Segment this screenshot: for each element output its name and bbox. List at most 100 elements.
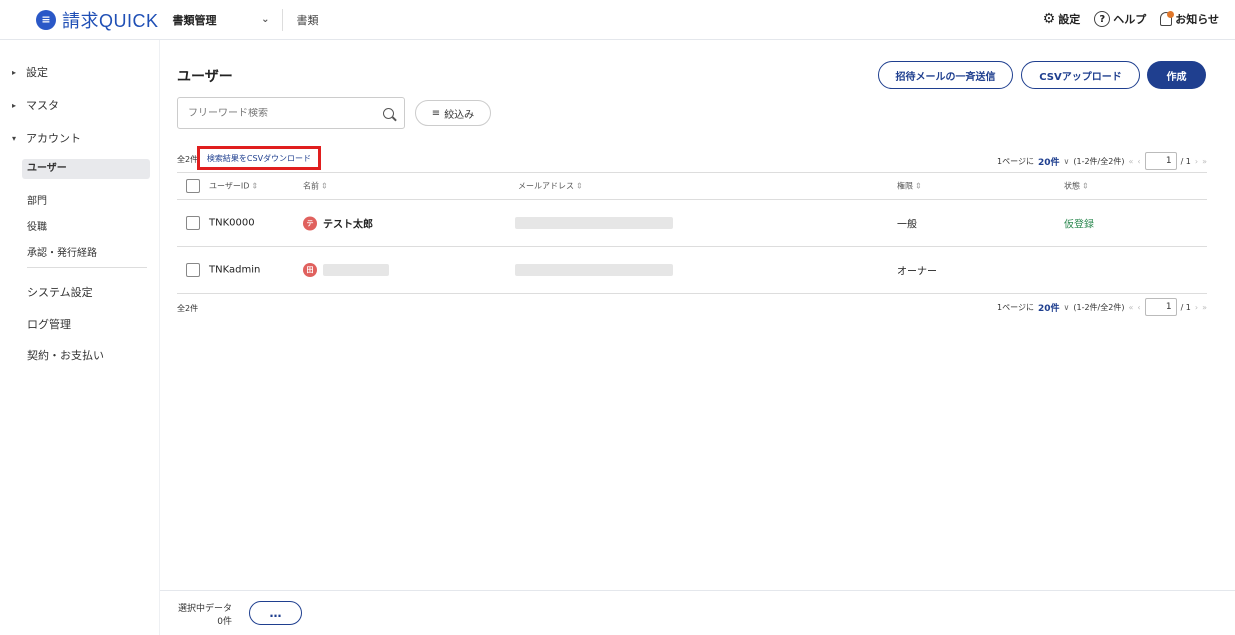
pager-bottom: 1ページに 20件 ∨ (1-2件/全2件) « ‹ 1 / 1 › » <box>997 298 1207 316</box>
first-page-icon[interactable]: « <box>1128 303 1133 312</box>
help-link[interactable]: ? ヘルプ <box>1094 11 1146 27</box>
prev-page-icon[interactable]: ‹ <box>1137 303 1140 312</box>
per-page-label: 1ページに <box>997 156 1034 166</box>
total-count: 全2件 <box>177 155 199 164</box>
caret-down-icon: ▾ <box>12 133 17 143</box>
settings-link[interactable]: ⚙ 設定 <box>1043 11 1081 27</box>
total-count-bottom: 全2件 <box>177 304 199 313</box>
selected-data: 選択中データ 0件 <box>178 603 232 629</box>
avatar: テ <box>303 216 317 230</box>
status-badge: 仮登録 <box>1064 219 1094 231</box>
name-redacted <box>323 264 389 276</box>
user-name: テ テスト太郎 <box>303 216 373 231</box>
sidebar-item-master[interactable]: ▸ マスタ <box>12 97 59 113</box>
sidebar-item-label: マスタ <box>26 99 59 112</box>
page-total: / 1 <box>1180 302 1191 312</box>
selected-label: 選択中データ <box>178 604 233 614</box>
product-select[interactable]: 書類管理 ⌄ <box>172 8 283 31</box>
user-role: オーナー <box>897 266 937 278</box>
sidebar-divider <box>27 267 147 268</box>
chevron-down-icon: ∨ <box>1063 302 1070 312</box>
search-icon[interactable] <box>383 107 394 119</box>
product-label: 書類管理 <box>172 13 217 27</box>
top-header: ≡ 請求QUICK 書類管理 ⌄ 書類 ⚙ 設定 ? ヘルプ お知らせ <box>0 0 1235 40</box>
sidebar-item-label: アカウント <box>26 132 81 145</box>
help-label: ヘルプ <box>1113 13 1147 26</box>
search-box <box>177 97 405 129</box>
invite-mail-button[interactable]: 招待メールの一斉送信 <box>878 61 1013 89</box>
filter-button[interactable]: ≡ 絞込み <box>415 100 491 126</box>
sort-icon: ⇕ <box>915 181 922 191</box>
table-header: ユーザーID ⇕ 名前 ⇕ メールアドレス ⇕ 権限 ⇕ 状態 ⇕ <box>177 172 1207 200</box>
user-name: 田 <box>303 263 389 277</box>
page-total: / 1 <box>1180 156 1191 166</box>
sidebar-item-positions[interactable]: 役職 <box>27 218 47 233</box>
user-name-text: テスト太郎 <box>323 219 373 231</box>
user-id: TNK0000 <box>209 217 255 229</box>
sidebar-item-system-settings[interactable]: システム設定 <box>27 284 93 300</box>
help-icon: ? <box>1094 11 1111 27</box>
table-row[interactable]: TNK0000 テ テスト太郎 一般 仮登録 <box>177 200 1207 247</box>
selected-count: 0件 <box>217 617 233 627</box>
email-redacted <box>515 217 673 229</box>
sidebar-item-account[interactable]: ▾ アカウント <box>12 130 81 146</box>
selection-footer: 選択中データ 0件 … <box>160 590 1235 635</box>
last-page-icon[interactable]: » <box>1202 157 1207 166</box>
avatar: 田 <box>303 263 317 277</box>
col-label: 権限 <box>897 181 913 191</box>
col-label: 状態 <box>1064 181 1080 191</box>
search-input[interactable] <box>188 107 368 119</box>
nav-documents[interactable]: 書類 <box>297 12 319 28</box>
csv-download-link[interactable]: 検索結果をCSVダウンロード <box>197 146 321 170</box>
filter-icon: ≡ <box>431 107 441 119</box>
col-name[interactable]: 名前 ⇕ <box>303 181 328 192</box>
prev-page-icon[interactable]: ‹ <box>1137 157 1140 166</box>
notifications-link[interactable]: お知らせ <box>1160 11 1219 27</box>
page-title: ユーザー <box>177 69 233 85</box>
table-row[interactable]: TNKadmin 田 オーナー <box>177 247 1207 294</box>
row-checkbox[interactable] <box>186 216 200 230</box>
notification-dot <box>1167 11 1175 18</box>
page-input[interactable]: 1 <box>1144 298 1177 316</box>
settings-label: 設定 <box>1058 13 1081 26</box>
range-label: (1-2件/全2件) <box>1073 156 1125 166</box>
sidebar-item-settings[interactable]: ▸ 設定 <box>12 64 48 80</box>
user-role: 一般 <box>897 219 917 231</box>
col-email[interactable]: メールアドレス ⇕ <box>518 181 583 192</box>
header-actions: ⚙ 設定 ? ヘルプ お知らせ <box>1043 11 1219 27</box>
csv-upload-button[interactable]: CSVアップロード <box>1021 61 1140 89</box>
sidebar-item-departments[interactable]: 部門 <box>27 192 47 207</box>
next-page-icon[interactable]: › <box>1195 303 1198 312</box>
chevron-down-icon: ⌄ <box>261 14 270 25</box>
sort-icon: ⇕ <box>1082 181 1089 191</box>
app-logo[interactable]: ≡ 請求QUICK <box>36 7 159 33</box>
user-id: TNKadmin <box>209 264 261 276</box>
sort-icon: ⇕ <box>321 181 328 191</box>
per-page-label: 1ページに <box>997 302 1034 312</box>
first-page-icon[interactable]: « <box>1128 157 1133 166</box>
next-page-icon[interactable]: › <box>1195 157 1198 166</box>
gear-icon: ⚙ <box>1042 11 1056 27</box>
last-page-icon[interactable]: » <box>1202 303 1207 312</box>
col-user-id[interactable]: ユーザーID ⇕ <box>209 181 258 192</box>
col-role[interactable]: 権限 ⇕ <box>897 181 922 192</box>
page-input[interactable]: 1 <box>1144 152 1177 170</box>
notifications-label: お知らせ <box>1175 13 1219 26</box>
more-actions-button[interactable]: … <box>249 601 302 625</box>
email-redacted <box>515 264 673 276</box>
sidebar: ▸ 設定 ▸ マスタ ▾ アカウント ユーザー 部門 役職 承認・発行経路 シス… <box>0 40 160 635</box>
col-label: ユーザーID <box>209 181 250 191</box>
sidebar-item-users[interactable]: ユーザー <box>22 159 150 179</box>
bell-icon <box>1160 11 1175 26</box>
row-checkbox[interactable] <box>186 263 200 277</box>
col-status[interactable]: 状態 ⇕ <box>1064 181 1089 192</box>
sidebar-item-logs[interactable]: ログ管理 <box>27 316 71 332</box>
create-button[interactable]: 作成 <box>1147 61 1206 89</box>
select-all-checkbox[interactable] <box>186 179 200 193</box>
sort-icon: ⇕ <box>251 181 259 191</box>
sidebar-item-contract[interactable]: 契約・お支払い <box>27 347 104 363</box>
sidebar-item-approval-routes[interactable]: 承認・発行経路 <box>27 244 97 259</box>
per-page-select[interactable]: 20件 <box>1038 155 1060 168</box>
per-page-select[interactable]: 20件 <box>1038 301 1060 314</box>
caret-right-icon: ▸ <box>12 100 17 110</box>
